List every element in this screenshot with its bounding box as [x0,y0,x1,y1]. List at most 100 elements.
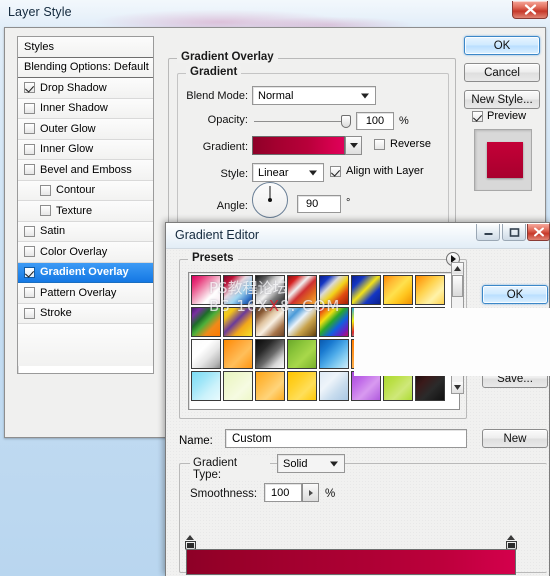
styles-list-item-inner-shadow[interactable]: Inner Shadow [18,98,153,119]
styles-list-item-bevel-and-emboss[interactable]: Bevel and Emboss [18,160,153,181]
gradient-preset-swatch[interactable] [415,275,445,305]
styles-list[interactable]: Styles Blending Options: Default Drop Shad… [17,36,154,374]
gradient-preset-swatch[interactable] [287,275,317,305]
checkbox[interactable] [40,184,51,196]
close-icon[interactable] [512,1,548,19]
checkbox[interactable] [24,82,35,94]
gradient-preset-swatch[interactable] [287,307,317,337]
gradient-subgroup-title: Gradient [186,66,242,78]
new-style-button[interactable]: New Style... [464,90,540,109]
checkbox[interactable] [24,102,35,114]
name-input[interactable]: Custom [225,429,467,448]
checkbox[interactable] [24,307,35,319]
gradient-picker-dropdown[interactable] [345,136,362,155]
align-with-layer-row[interactable]: Align with Layer [330,165,424,177]
gradient-preset-swatch[interactable] [223,307,253,337]
styles-list-item-outer-glow[interactable]: Outer Glow [18,119,153,140]
close-icon[interactable] [527,224,550,241]
gradient-preset-swatch[interactable] [255,307,285,337]
gradient-preset-swatch[interactable] [191,275,221,305]
reverse-checkbox-row[interactable]: Reverse [374,138,431,150]
styles-list-item-styles[interactable]: Styles [18,37,153,58]
gradient-type-label: Gradient Type: [190,457,270,481]
gradient-preset-swatch[interactable] [351,275,381,305]
gradient-type-value: Solid [283,457,308,470]
gradient-bar-wrap[interactable] [186,549,516,575]
gradient-preset-swatch[interactable] [223,339,253,369]
styles-list-item-inner-glow[interactable]: Inner Glow [18,139,153,160]
styles-list-item-gradient-overlay[interactable]: Gradient Overlay [18,262,153,283]
gradient-preset-swatch[interactable] [319,339,349,369]
gradient-preset-swatch[interactable] [319,275,349,305]
preview-checkbox-row[interactable]: Preview [472,110,526,122]
gradient-preset-swatch[interactable] [223,275,253,305]
preview-checkbox[interactable] [472,110,483,122]
gradient-preset-swatch[interactable] [191,307,221,337]
minimize-icon[interactable] [476,224,500,241]
styles-list-item-label: Gradient Overlay [40,266,129,279]
styles-list-item-color-overlay[interactable]: Color Overlay [18,242,153,263]
scrollbar-thumb[interactable] [452,275,463,297]
checkbox[interactable] [24,246,35,258]
styles-list-item-pattern-overlay[interactable]: Pattern Overlay [18,283,153,304]
maximize-icon[interactable] [502,224,526,241]
styles-list-item-contour[interactable]: Contour [18,180,153,201]
styles-list-item-drop-shadow[interactable]: Drop Shadow [18,78,153,99]
checkbox[interactable] [24,164,35,176]
checkbox[interactable] [24,143,35,155]
styles-list-item-label: Styles [24,40,54,53]
angle-hub [268,198,272,202]
scroll-up-icon[interactable] [452,263,463,274]
gradient-preset-swatch[interactable] [255,339,285,369]
gradient-preset-swatch[interactable] [191,371,221,401]
checkbox[interactable] [24,287,35,299]
preview-swatch [487,142,523,178]
gradient-preview-swatch[interactable] [252,136,345,155]
ok-button[interactable]: OK [464,36,540,55]
gradient-preset-swatch[interactable] [319,307,349,337]
styles-list-item-texture[interactable]: Texture [18,201,153,222]
styles-list-item-satin[interactable]: Satin [18,221,153,242]
gradient-preset-swatch[interactable] [319,371,349,401]
style-select[interactable]: Linear [252,163,324,182]
checkbox[interactable] [24,266,35,278]
opacity-stop-left[interactable] [185,535,196,550]
stop-triangle-icon [186,535,194,540]
style-label: Style: [220,168,248,180]
smoothness-input[interactable]: 100 [264,483,302,502]
reverse-checkbox[interactable] [374,138,385,150]
checkbox[interactable] [24,123,35,135]
styles-list-item-stroke[interactable]: Stroke [18,303,153,324]
gradient-preset-swatch[interactable] [287,371,317,401]
gradient-preset-swatch[interactable] [255,275,285,305]
gradient-type-select[interactable]: Solid [277,454,345,473]
smoothness-spinner[interactable] [302,483,319,502]
opacity-slider-thumb[interactable] [341,115,351,128]
opacity-stop-right[interactable] [506,535,517,550]
checkbox[interactable] [24,225,35,237]
gradient-preset-swatch[interactable] [255,371,285,401]
layer-style-titlebar[interactable]: Layer Style [0,0,550,27]
blend-mode-select[interactable]: Normal [252,86,376,105]
opacity-slider-track[interactable] [254,121,349,122]
gradient-editor-ok-button[interactable]: OK [482,285,548,304]
align-with-layer-checkbox[interactable] [330,165,341,177]
opacity-label: Opacity: [207,114,248,126]
cancel-button[interactable]: Cancel [464,63,540,82]
gradient-preset-swatch[interactable] [383,275,413,305]
scroll-down-icon[interactable] [452,382,463,393]
gradient-preset-swatch[interactable] [223,371,253,401]
blend-mode-label: Blend Mode: [186,90,248,102]
opacity-input[interactable]: 100 [356,112,394,130]
angle-input[interactable]: 90 [297,195,341,213]
gradient-bar[interactable] [186,549,516,575]
gradient-editor-new-button[interactable]: New [482,429,548,448]
align-with-layer-label: Align with Layer [346,165,424,177]
gradient-preset-swatch[interactable] [191,339,221,369]
styles-list-item-label: Blending Options: Default [24,61,149,74]
angle-dial[interactable] [252,182,288,218]
styles-list-item-blending-options-default[interactable]: Blending Options: Default [18,57,153,78]
gradient-preset-swatch[interactable] [287,339,317,369]
checkbox[interactable] [40,205,51,217]
chevron-down-icon [309,170,317,175]
